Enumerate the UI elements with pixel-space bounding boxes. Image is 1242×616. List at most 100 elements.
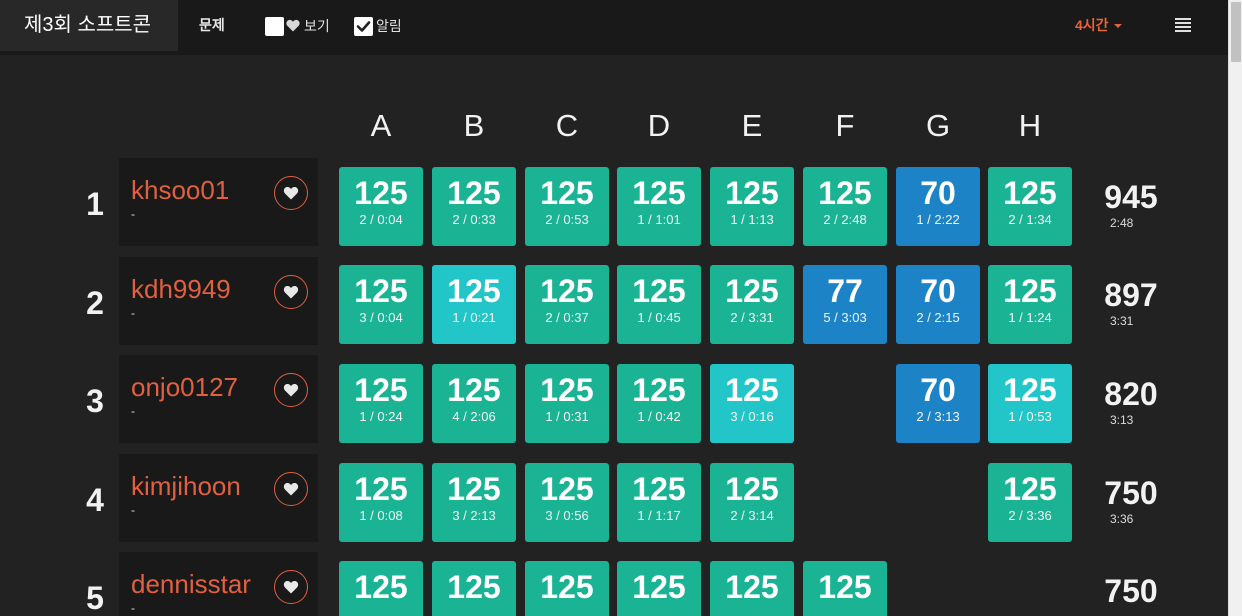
favorite-button[interactable] xyxy=(274,472,308,506)
user-name[interactable]: onjo0127 xyxy=(131,372,238,403)
cell-points: 125 xyxy=(447,273,501,309)
alarm-label[interactable]: 알림 xyxy=(376,0,402,51)
user-card: khsoo01- xyxy=(119,158,318,246)
rank-number: 2 xyxy=(86,285,104,321)
score-cell[interactable]: 125 1 / 0:42 xyxy=(617,364,701,443)
score-cell[interactable]: 125 xyxy=(617,561,701,616)
total-points: 897 xyxy=(1104,277,1158,313)
score-cell[interactable]: 125 1 / 1:13 xyxy=(710,167,794,246)
score-cell[interactable]: 125 xyxy=(525,561,609,616)
cell-points: 125 xyxy=(447,569,501,605)
user-affiliation: - xyxy=(131,306,135,320)
cell-detail: 1 / 0:31 xyxy=(545,409,589,424)
favorite-button[interactable] xyxy=(274,275,308,309)
score-cell[interactable]: 125 1 / 1:24 xyxy=(988,265,1072,344)
user-name[interactable]: kimjihoon xyxy=(131,471,241,502)
alarm-checkbox[interactable] xyxy=(354,17,373,36)
score-cell[interactable]: 125 1 / 0:21 xyxy=(432,265,516,344)
problem-header-e[interactable]: E xyxy=(710,108,794,144)
score-cell[interactable]: 125 4 / 2:06 xyxy=(432,364,516,443)
score-cell[interactable]: 70 2 / 2:15 xyxy=(896,265,980,344)
score-cell[interactable]: 125 2 / 0:33 xyxy=(432,167,516,246)
score-cell[interactable]: 125 3 / 2:13 xyxy=(432,463,516,542)
score-cell[interactable]: 125 1 / 1:17 xyxy=(617,463,701,542)
user-name[interactable]: khsoo01 xyxy=(131,175,229,206)
total-time: 3:13 xyxy=(1110,413,1134,427)
score-cell[interactable]: 125 2 / 3:14 xyxy=(710,463,794,542)
contest-title[interactable]: 제3회 소프트콘 xyxy=(0,0,178,51)
problem-header-a[interactable]: A xyxy=(339,108,423,144)
cell-points: 125 xyxy=(447,471,501,507)
cell-points: 125 xyxy=(818,569,872,605)
cell-detail: 1 / 1:13 xyxy=(730,212,774,227)
cell-detail: 3 / 0:56 xyxy=(545,508,589,523)
cell-detail: 2 / 2:15 xyxy=(916,310,960,325)
watch-checkbox[interactable] xyxy=(265,17,284,36)
score-cell[interactable]: 125 2 / 3:31 xyxy=(710,265,794,344)
hamburger-menu-icon[interactable] xyxy=(1175,18,1191,32)
score-cell[interactable]: 125 2 / 0:37 xyxy=(525,265,609,344)
total-score: 897 3:31 xyxy=(1095,277,1167,328)
time-dropdown[interactable]: 4시간 xyxy=(1075,0,1122,51)
score-cell[interactable]: 125 1 / 0:31 xyxy=(525,364,609,443)
score-cell[interactable]: 125 3 / 0:16 xyxy=(710,364,794,443)
cell-points: 125 xyxy=(1003,273,1057,309)
cell-points: 125 xyxy=(632,372,686,408)
cell-points: 125 xyxy=(540,175,594,211)
heart-icon xyxy=(283,285,299,299)
cell-detail: 4 / 2:06 xyxy=(452,409,496,424)
score-cell[interactable]: 77 5 / 3:03 xyxy=(803,265,887,344)
score-cell[interactable]: 125 xyxy=(432,561,516,616)
score-cell[interactable]: 125 xyxy=(710,561,794,616)
problem-header-d[interactable]: D xyxy=(617,108,701,144)
score-cell[interactable]: 125 xyxy=(339,561,423,616)
total-points: 820 xyxy=(1104,376,1158,412)
score-cell[interactable]: 125 2 / 3:36 xyxy=(988,463,1072,542)
cell-detail: 3 / 2:13 xyxy=(452,508,496,523)
scrollbar-thumb[interactable] xyxy=(1231,2,1241,62)
favorite-button[interactable] xyxy=(274,373,308,407)
problems-link[interactable]: 문제 xyxy=(199,0,225,51)
rank-number: 4 xyxy=(86,482,104,518)
score-cell[interactable]: 125 xyxy=(803,561,887,616)
cell-points: 125 xyxy=(725,569,779,605)
user-card: kdh9949- xyxy=(119,257,318,345)
score-cell[interactable]: 70 1 / 2:22 xyxy=(896,167,980,246)
cell-detail: 2 / 3:14 xyxy=(730,508,774,523)
total-time: 3:31 xyxy=(1110,314,1134,328)
check-icon xyxy=(356,21,371,32)
score-cell[interactable]: 125 2 / 2:48 xyxy=(803,167,887,246)
problem-header-g[interactable]: G xyxy=(896,108,980,144)
cell-points: 125 xyxy=(354,471,408,507)
cell-detail: 3 / 0:04 xyxy=(359,310,403,325)
favorite-button[interactable] xyxy=(274,176,308,210)
score-cell[interactable]: 125 2 / 0:53 xyxy=(525,167,609,246)
user-affiliation: - xyxy=(131,207,135,221)
problem-header-f[interactable]: F xyxy=(803,108,887,144)
score-cell[interactable]: 125 2 / 0:04 xyxy=(339,167,423,246)
problem-header-c[interactable]: C xyxy=(525,108,609,144)
score-cell[interactable]: 125 1 / 0:53 xyxy=(988,364,1072,443)
user-name[interactable]: kdh9949 xyxy=(131,274,231,305)
score-cell[interactable]: 125 2 / 1:34 xyxy=(988,167,1072,246)
score-cell[interactable]: 125 3 / 0:04 xyxy=(339,265,423,344)
watch-label[interactable]: 보기 xyxy=(304,0,330,51)
problem-header-b[interactable]: B xyxy=(432,108,516,144)
score-cell[interactable]: 125 3 / 0:56 xyxy=(525,463,609,542)
cell-detail: 2 / 3:36 xyxy=(1008,508,1052,523)
user-name[interactable]: dennisstar xyxy=(131,569,251,600)
favorite-button[interactable] xyxy=(274,570,308,604)
score-cell[interactable]: 125 1 / 1:01 xyxy=(617,167,701,246)
cell-detail: 1 / 0:45 xyxy=(637,310,681,325)
vertical-scrollbar[interactable] xyxy=(1228,0,1242,616)
problem-header-h[interactable]: H xyxy=(988,108,1072,144)
score-cell[interactable]: 125 1 / 0:08 xyxy=(339,463,423,542)
score-cell[interactable]: 70 2 / 3:13 xyxy=(896,364,980,443)
cell-detail: 2 / 3:13 xyxy=(916,409,960,424)
heart-icon xyxy=(283,482,299,496)
score-cell[interactable]: 125 1 / 0:24 xyxy=(339,364,423,443)
user-affiliation: - xyxy=(131,503,135,517)
score-cell[interactable]: 125 1 / 0:45 xyxy=(617,265,701,344)
cell-points: 125 xyxy=(632,175,686,211)
cell-detail: 2 / 1:34 xyxy=(1008,212,1052,227)
